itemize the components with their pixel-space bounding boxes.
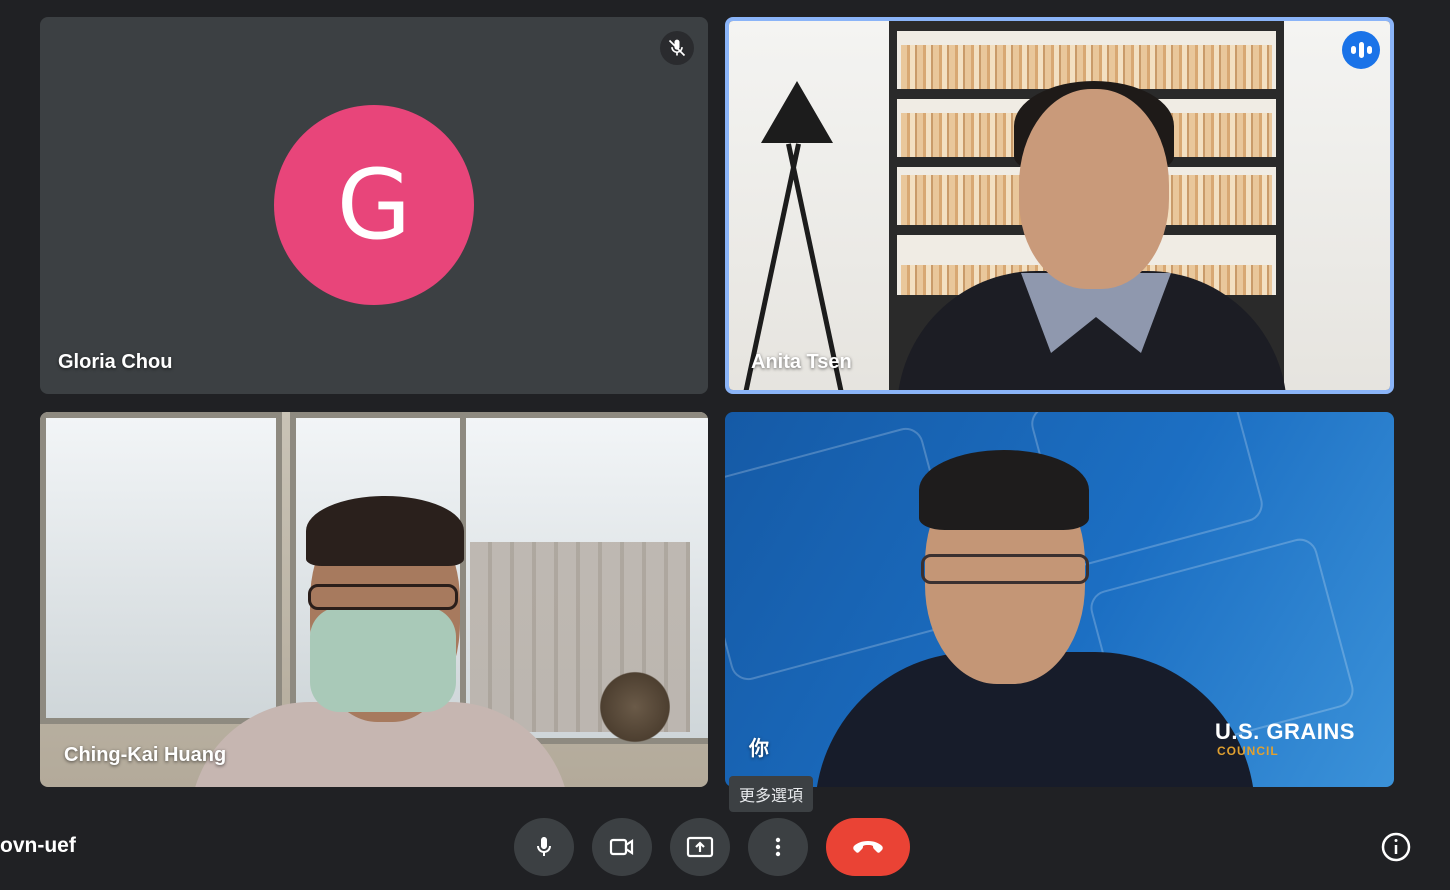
meeting-code: ovn-uef	[0, 834, 76, 857]
video-feed: U.S. GRAINS COUNCIL	[725, 412, 1394, 787]
info-icon	[1381, 832, 1411, 862]
background-brand: U.S. GRAINS	[1215, 719, 1355, 744]
more-options-button[interactable]	[748, 818, 808, 876]
more-options-tooltip: 更多選項	[729, 776, 814, 812]
participant-tile-ching-kai-huang[interactable]: Ching-Kai Huang	[40, 412, 708, 787]
mic-icon	[537, 837, 551, 856]
end-call-icon	[853, 841, 883, 853]
participant-avatar: G	[274, 105, 474, 305]
participant-name: Gloria Chou	[58, 351, 173, 373]
floor-lamp	[761, 81, 833, 143]
audio-level-icon	[1342, 31, 1380, 69]
camera-button[interactable]	[592, 818, 652, 876]
participant-name: 你	[749, 738, 769, 760]
videocam-icon	[609, 838, 634, 856]
participant-tile-anita-tsen[interactable]: Anita Tsen	[725, 17, 1394, 394]
present-button[interactable]	[670, 818, 730, 876]
avatar-initial: G	[336, 149, 412, 261]
meeting-details-button[interactable]	[1378, 829, 1414, 865]
video-feed	[40, 412, 708, 787]
participant-tile-gloria-chou[interactable]: G Gloria Chou	[40, 17, 708, 394]
mic-off-icon	[660, 31, 694, 65]
background-brand-sub: COUNCIL	[1217, 744, 1279, 758]
mic-button[interactable]	[514, 818, 574, 876]
more-vert-icon	[775, 837, 781, 857]
video-feed	[729, 21, 1390, 390]
participant-tile-self[interactable]: U.S. GRAINS COUNCIL 你	[725, 412, 1394, 787]
leave-call-button[interactable]	[826, 818, 910, 876]
participant-name: Ching-Kai Huang	[64, 744, 227, 766]
participant-name: Anita Tsen	[751, 351, 852, 373]
present-screen-icon	[686, 836, 714, 858]
